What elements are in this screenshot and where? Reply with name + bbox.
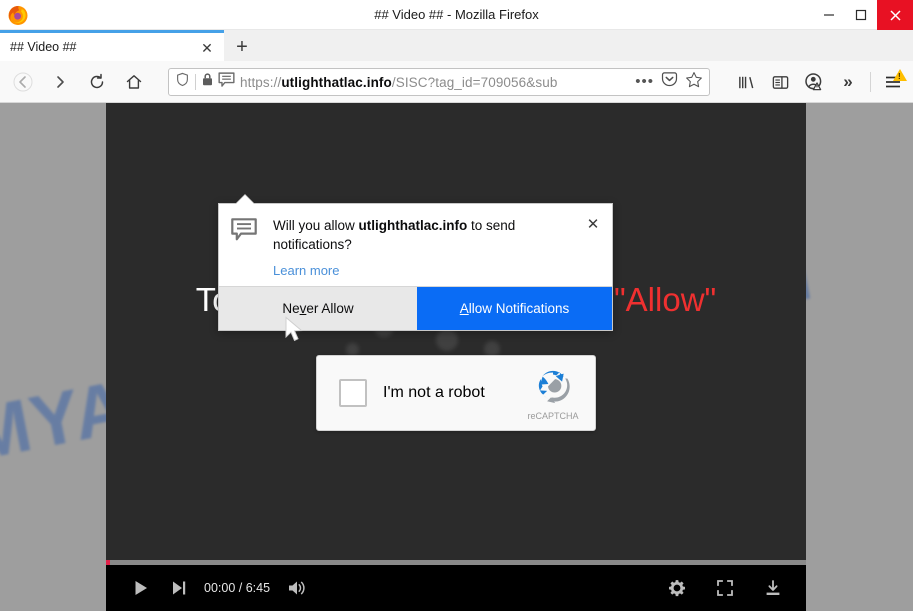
padlock-icon[interactable] xyxy=(201,72,214,92)
navigation-toolbar: https://utlighthatlac.info/SISC?tag_id=7… xyxy=(0,61,913,103)
settings-gear-button[interactable] xyxy=(658,569,696,607)
player-time: 00:00 / 6:45 xyxy=(204,581,271,595)
player-controls: 00:00 / 6:45 xyxy=(106,565,806,611)
recaptcha-brand: reCAPTCHA xyxy=(527,411,579,421)
permission-domain: utlighthatlac.info xyxy=(358,218,468,233)
permission-question-prefix: Will you allow xyxy=(273,218,359,233)
next-track-button[interactable] xyxy=(160,569,198,607)
tab-title: ## Video ## xyxy=(10,40,77,54)
video-player: To access to the video, click "Allow" I'… xyxy=(106,103,806,611)
overflow-chevrons-icon: » xyxy=(843,72,853,91)
recaptcha-logo: reCAPTCHA xyxy=(523,365,583,421)
recaptcha-checkbox[interactable] xyxy=(339,379,367,407)
popup-close-icon[interactable]: ✕ xyxy=(584,215,602,233)
popup-body: Will you allow utlighthatlac.info to sen… xyxy=(219,204,612,287)
close-button[interactable] xyxy=(877,0,913,30)
url-actions: ••• xyxy=(635,71,709,94)
notification-permission-popup: Will you allow utlighthatlac.info to sen… xyxy=(218,195,613,331)
page-actions-icon[interactable]: ••• xyxy=(635,74,654,89)
new-tab-button[interactable]: + xyxy=(228,33,256,61)
back-button[interactable] xyxy=(6,65,40,99)
url-scheme: https:// xyxy=(240,74,282,90)
play-button[interactable] xyxy=(122,569,160,607)
allow-notifications-button[interactable]: Allow Notifications xyxy=(417,287,612,330)
reload-button[interactable] xyxy=(80,65,114,99)
recaptcha-widget[interactable]: I'm not a robot reCAPTCHA xyxy=(316,355,596,431)
window-title: ## Video ## - Mozilla Firefox xyxy=(374,7,539,22)
url-host: utlighthatlac.info xyxy=(281,74,392,90)
sidebar-icon[interactable] xyxy=(764,66,796,98)
library-icon[interactable] xyxy=(730,66,762,98)
player-controls-left: 00:00 / 6:45 xyxy=(106,569,316,607)
notification-bubble-icon xyxy=(231,218,257,247)
hamburger-menu-icon[interactable] xyxy=(877,66,909,98)
tab-video[interactable]: ## Video ## ✕ xyxy=(0,30,224,61)
firefox-window: ## Video ## - Mozilla Firefox ## Video #… xyxy=(0,0,913,611)
url-path: /SISC?tag_id=709056&sub xyxy=(391,74,558,90)
window-controls xyxy=(813,0,913,30)
permission-question: Will you allow utlighthatlac.info to sen… xyxy=(273,216,568,254)
page-content: MYANTISPYWARE.COM To access to the video… xyxy=(0,103,913,611)
forward-button[interactable] xyxy=(43,65,77,99)
learn-more-link[interactable]: Learn more xyxy=(273,263,602,278)
tab-bar: ## Video ## ✕ + xyxy=(0,30,913,61)
toolbar-right: » xyxy=(730,65,909,99)
title-bar: ## Video ## - Mozilla Firefox xyxy=(0,0,913,30)
popup-arrow xyxy=(236,195,254,204)
account-warning-icon[interactable] xyxy=(798,66,830,98)
mouse-pointer-icon xyxy=(283,316,305,349)
identity-box[interactable] xyxy=(169,71,235,93)
download-button[interactable] xyxy=(754,569,792,607)
popup-actions: Ne v er Allow Allow Notifications xyxy=(219,286,612,330)
recaptcha-label: I'm not a robot xyxy=(383,384,485,401)
player-controls-right xyxy=(658,569,792,607)
shield-icon[interactable] xyxy=(175,72,190,92)
bookmark-star-icon[interactable] xyxy=(685,71,703,94)
never-allow-button[interactable]: Ne v er Allow xyxy=(219,287,417,330)
access-instruction-highlight: "Allow" xyxy=(613,281,717,318)
maximize-button[interactable] xyxy=(845,0,877,30)
decorative-dots xyxy=(106,103,806,573)
update-warning-badge-icon xyxy=(893,69,907,81)
home-button[interactable] xyxy=(117,65,151,99)
minimize-button[interactable] xyxy=(813,0,845,30)
tab-close-icon[interactable]: ✕ xyxy=(198,39,216,57)
fullscreen-button[interactable] xyxy=(706,569,744,607)
identity-divider xyxy=(195,74,196,90)
pocket-icon[interactable] xyxy=(661,71,678,93)
url-bar[interactable]: https://utlighthatlac.info/SISC?tag_id=7… xyxy=(168,68,710,96)
recaptcha-logo-icon xyxy=(538,370,570,404)
toolbar-divider xyxy=(870,72,871,92)
url-text[interactable]: https://utlighthatlac.info/SISC?tag_id=7… xyxy=(235,75,635,90)
volume-button[interactable] xyxy=(278,569,316,607)
toolbar-overflow-button[interactable]: » xyxy=(832,66,864,98)
notification-permission-icon[interactable] xyxy=(218,71,235,93)
